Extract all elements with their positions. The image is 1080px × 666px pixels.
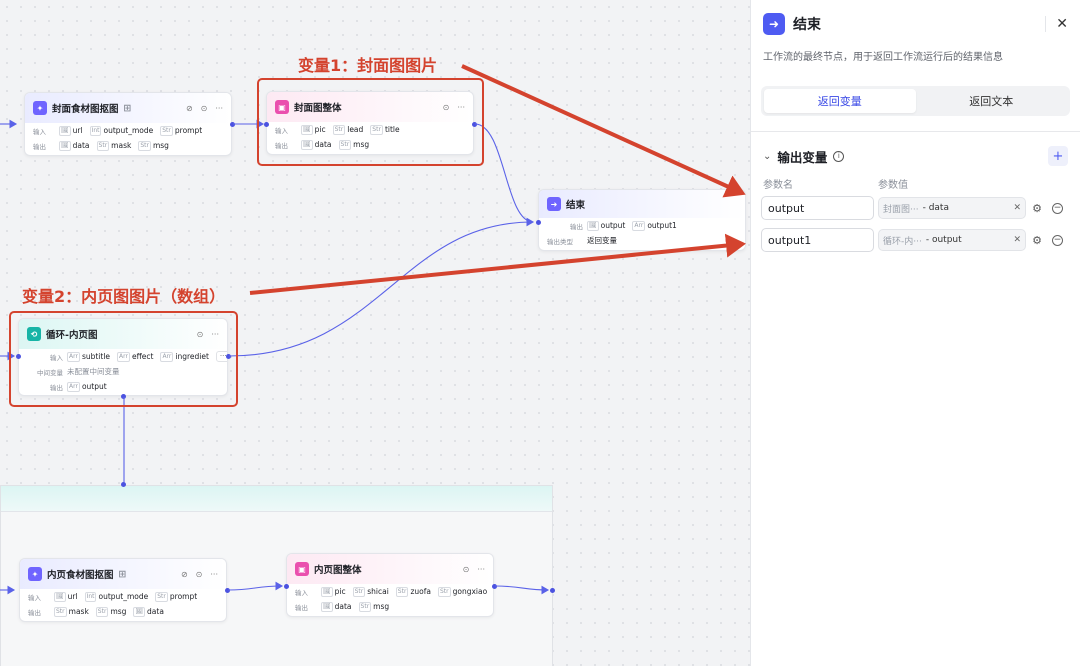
skip-icon[interactable]: ⊘ bbox=[186, 104, 193, 113]
output-var-row: output 封面图··· - data ✕ ⚙ − bbox=[751, 192, 1080, 224]
port[interactable] bbox=[225, 588, 230, 593]
node-outputs: 输出 🖼 data Str msg bbox=[295, 601, 390, 612]
node-outputs: 输出 🖼 data Str mask Str msg bbox=[33, 140, 169, 151]
clear-icon[interactable]: ✕ bbox=[1013, 203, 1021, 213]
output-var-row: output1 循环-内··· - output ✕ ⚙ − bbox=[751, 224, 1080, 256]
node-cover-matting[interactable]: ✦ 封面食材图抠图 ⊞ ⊘ ⊙ ··· 输入 🖼 url Int output_mode… bbox=[24, 92, 232, 156]
gear-icon[interactable]: ⊙ bbox=[201, 104, 208, 113]
badge-icon: ⊞ bbox=[123, 102, 132, 114]
param-name-input[interactable]: output1 bbox=[761, 228, 874, 252]
column-headers: 参数名 参数值 bbox=[763, 180, 908, 191]
node-inner-matting[interactable]: ✦ 内页食材图抠图 ⊞ ⊘ ⊙ ··· 输入 🖼 url Int output_mode… bbox=[19, 558, 227, 622]
close-icon[interactable]: ✕ bbox=[1045, 16, 1068, 32]
info-icon[interactable]: i bbox=[833, 150, 845, 162]
badge-icon: ⊞ bbox=[118, 568, 127, 580]
magic-icon: ✦ bbox=[33, 101, 47, 115]
port[interactable] bbox=[121, 482, 126, 487]
minus-icon[interactable]: − bbox=[1052, 234, 1063, 246]
param-value-select[interactable]: 循环-内··· - output ✕ bbox=[878, 229, 1026, 251]
more-icon[interactable]: ··· bbox=[215, 104, 223, 113]
gear-icon[interactable]: ⚙ bbox=[1030, 202, 1044, 215]
minus-icon[interactable]: − bbox=[1052, 202, 1063, 214]
port[interactable] bbox=[230, 122, 235, 127]
node-outputs: 输出 Str mask Str msg 🖼 data bbox=[28, 606, 164, 617]
highlight-cover-whole bbox=[257, 78, 484, 166]
divider bbox=[751, 131, 1080, 132]
clear-icon[interactable]: ✕ bbox=[1013, 235, 1021, 245]
loop-body-header bbox=[1, 486, 552, 512]
panel-title: 结束 bbox=[793, 17, 821, 33]
more-icon[interactable]: ··· bbox=[210, 570, 218, 579]
output-vars-section: ⌄ 输出变量 i + bbox=[751, 136, 1080, 176]
port[interactable] bbox=[536, 220, 541, 225]
node-title: 内页图整体 bbox=[314, 565, 362, 576]
param-value-select[interactable]: 封面图··· - data ✕ bbox=[878, 197, 1026, 219]
tab-return-text[interactable]: 返回文本 bbox=[916, 89, 1068, 113]
gear-icon[interactable]: ⊙ bbox=[463, 565, 470, 574]
node-title: 封面食材图抠图 bbox=[52, 104, 119, 115]
chevron-down-icon[interactable]: ⌄ bbox=[763, 151, 771, 162]
node-inputs: 输入 🖼 url Int output_mode Str prompt bbox=[33, 125, 203, 136]
image-icon: ▣ bbox=[295, 562, 309, 576]
node-inner-whole[interactable]: ▣ 内页图整体 ⊙ ··· 输入 🖼 pic Str shicai Str zuofa … bbox=[286, 553, 494, 617]
end-node-panel: ➜ 结束 ✕ 工作流的最终节点，用于返回工作流运行后的结果信息 返回变量 返回文… bbox=[750, 0, 1080, 666]
section-title: 输出变量 bbox=[777, 149, 828, 165]
exit-icon: ➜ bbox=[547, 197, 561, 211]
gear-icon[interactable]: ⊙ bbox=[196, 570, 203, 579]
node-title: 内页食材图抠图 bbox=[47, 570, 114, 581]
port[interactable] bbox=[284, 584, 289, 589]
node-title: 结束 bbox=[566, 200, 586, 211]
param-name-input[interactable]: output bbox=[761, 196, 874, 220]
magic-icon: ✦ bbox=[28, 567, 42, 581]
annotation-var1: 变量1：封面图图片 bbox=[298, 56, 438, 75]
exit-icon: ➜ bbox=[763, 13, 785, 35]
node-output-type: 输出类型 返回变量 bbox=[547, 236, 617, 246]
annotation-var2: 变量2：内页图图片（数组） bbox=[22, 287, 226, 306]
port[interactable] bbox=[550, 588, 555, 593]
port[interactable] bbox=[492, 584, 497, 589]
tab-return-variable[interactable]: 返回变量 bbox=[764, 89, 916, 113]
skip-icon[interactable]: ⊘ bbox=[181, 570, 188, 579]
gear-icon[interactable]: ⚙ bbox=[1030, 234, 1044, 247]
node-inputs: 输入 🖼 url Int output_mode Str prompt bbox=[28, 591, 198, 602]
panel-description: 工作流的最终节点，用于返回工作流运行后的结果信息 bbox=[763, 52, 1003, 63]
node-outputs: 输出 🖼 output Arr output1 bbox=[570, 220, 677, 231]
node-end[interactable]: ➜ 结束 输出 🖼 output Arr output1 输出类型 返回变量 bbox=[538, 189, 746, 251]
more-icon[interactable]: ··· bbox=[477, 565, 485, 574]
highlight-loop bbox=[9, 311, 238, 407]
plus-icon[interactable]: + bbox=[1048, 146, 1068, 166]
node-inputs: 输入 🖼pic Strshicai Strzuofa Strgongxiao ·… bbox=[287, 584, 493, 599]
return-mode-tabs: 返回变量 返回文本 bbox=[761, 86, 1070, 116]
